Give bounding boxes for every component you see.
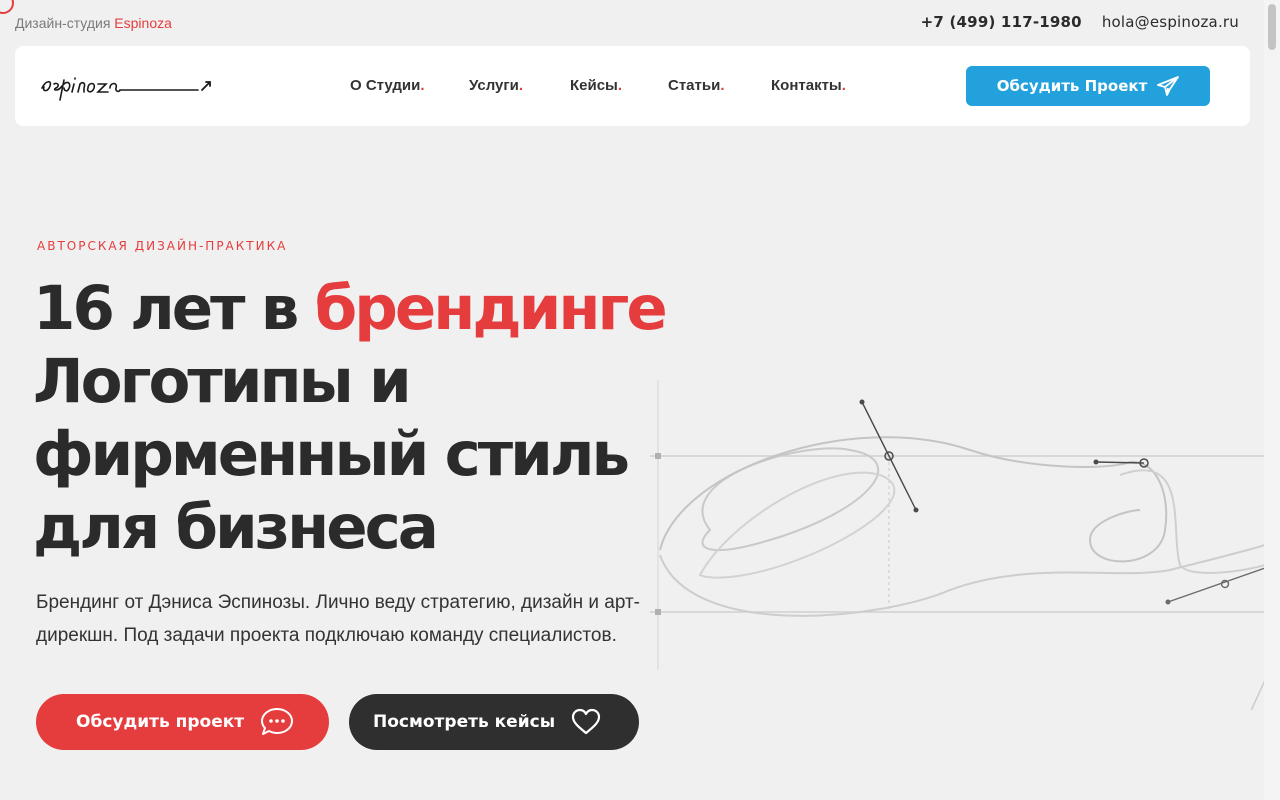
hero-headline: 16 лет в брендинге Логотипы и фирменный … <box>33 272 753 564</box>
chat-bubble-icon <box>261 708 294 735</box>
brand-name-link[interactable]: Espinoza <box>114 15 172 31</box>
discuss-project-button[interactable]: Обсудить Проект <box>966 66 1210 106</box>
nav-menu: О Студии. Услуги. Кейсы. Статьи. Контакт… <box>350 77 846 94</box>
nav-item-contacts[interactable]: Контакты. <box>771 77 846 94</box>
headline-part1: 16 лет в <box>33 273 315 344</box>
headline-accent: брендинге <box>314 273 668 344</box>
email-link[interactable]: hola@espinoza.ru <box>1102 13 1239 31</box>
nav-item-contacts-label: Контакты <box>771 77 842 94</box>
nav-item-services[interactable]: Услуги. <box>469 77 570 94</box>
page-scrollbar[interactable] <box>1264 0 1280 800</box>
nav-item-articles-label: Статьи <box>668 77 721 94</box>
discuss-project-hero-button[interactable]: Обсудить проект <box>36 694 329 750</box>
nav-dot: . <box>518 77 524 94</box>
discuss-project-label: Обсудить Проект <box>996 77 1148 95</box>
main-navbar: О Студии. Услуги. Кейсы. Статьи. Контакт… <box>15 46 1250 126</box>
hero-eyebrow: АВТОРСКАЯ ДИЗАЙН-ПРАКТИКА <box>37 239 288 253</box>
top-bar: Дизайн-студия Espinoza +7 (499) 117-1980… <box>0 0 1264 46</box>
nav-dot: . <box>841 77 846 94</box>
top-contacts: +7 (499) 117-1980 hola@espinoza.ru <box>921 13 1239 31</box>
nav-item-cases-label: Кейсы <box>570 77 618 94</box>
headline-part2: Логотипы и фирменный стиль для бизнеса <box>33 346 630 563</box>
nav-item-services-label: Услуги <box>469 77 519 94</box>
paper-plane-icon <box>1157 76 1180 96</box>
nav-dot: . <box>420 77 425 94</box>
nav-dot: . <box>720 77 725 94</box>
view-cases-button[interactable]: Посмотреть кейсы <box>349 694 639 750</box>
studio-brand: Дизайн-студия Espinoza <box>15 15 172 31</box>
nav-item-studio[interactable]: О Студии. <box>350 77 469 94</box>
espinoza-logo[interactable] <box>38 68 214 102</box>
heart-icon <box>571 708 601 735</box>
nav-item-articles[interactable]: Статьи. <box>668 77 771 94</box>
nav-item-studio-label: О Студии <box>350 77 421 94</box>
nav-item-cases[interactable]: Кейсы. <box>570 77 668 94</box>
nav-dot: . <box>617 77 623 94</box>
scrollbar-thumb[interactable] <box>1268 4 1276 50</box>
brand-prefix: Дизайн-студия <box>15 15 111 31</box>
discuss-project-hero-label: Обсудить проект <box>76 712 245 732</box>
phone-link[interactable]: +7 (499) 117-1980 <box>921 13 1082 31</box>
view-cases-label: Посмотреть кейсы <box>373 712 556 732</box>
hero-subtitle: Брендинг от Дэниса Эспинозы. Лично веду … <box>36 592 641 646</box>
